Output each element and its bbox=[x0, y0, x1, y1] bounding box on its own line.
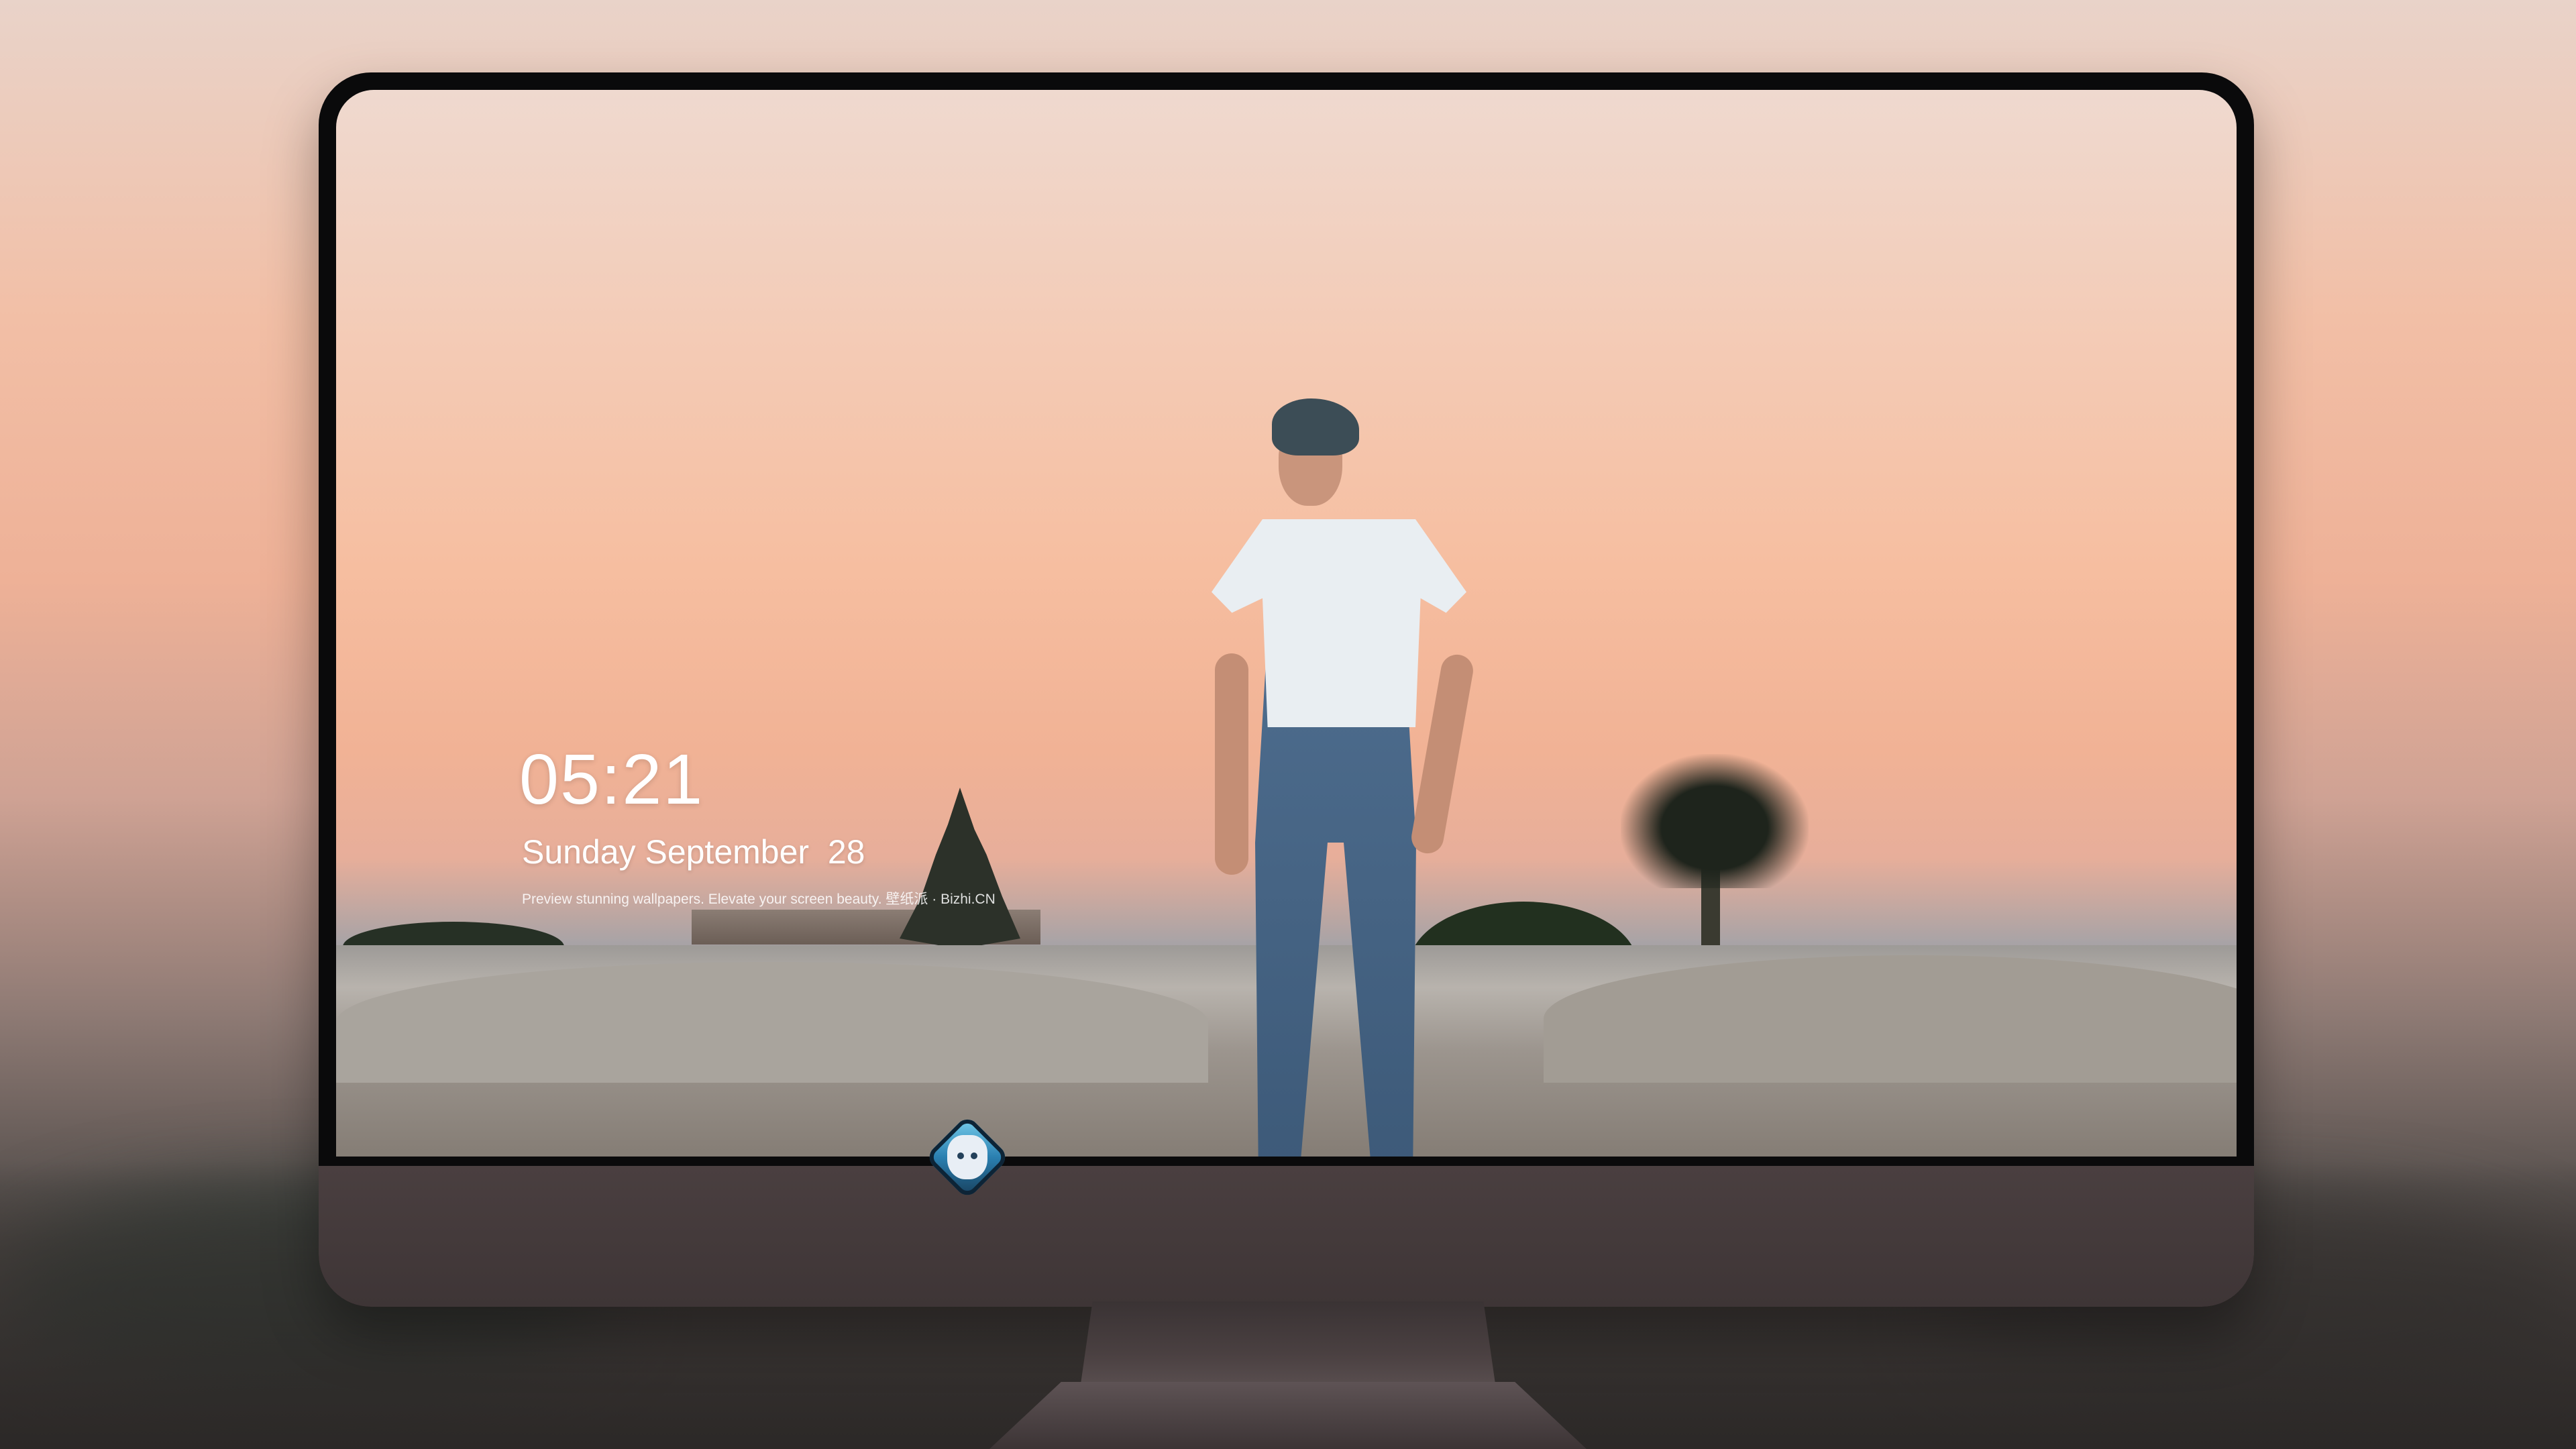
monitor: 05:21 Sunday September 28 Preview stunni… bbox=[319, 72, 2254, 1307]
person-arm bbox=[1215, 653, 1248, 875]
dune bbox=[1544, 955, 2237, 1083]
mascot-face-icon bbox=[947, 1135, 987, 1179]
person-shirt bbox=[1212, 519, 1466, 727]
lock-screen[interactable]: 05:21 Sunday September 28 Preview stunni… bbox=[336, 90, 2237, 1157]
person-arm bbox=[1409, 652, 1476, 856]
monitor-chin bbox=[319, 1166, 2254, 1307]
pine-tree bbox=[900, 788, 1020, 955]
dune bbox=[336, 962, 1208, 1083]
person-cap bbox=[1272, 398, 1359, 455]
palm-crown bbox=[1621, 754, 1809, 888]
lock-date: Sunday September 28 bbox=[522, 833, 865, 871]
lock-tagline: Preview stunning wallpapers. Elevate you… bbox=[522, 892, 996, 907]
monitor-stand-base bbox=[989, 1382, 1587, 1449]
mascot-eye bbox=[971, 1152, 977, 1159]
monitor-stand-neck bbox=[1080, 1301, 1496, 1389]
lock-clock: 05:21 bbox=[519, 740, 704, 819]
mascot-eye bbox=[957, 1152, 964, 1159]
